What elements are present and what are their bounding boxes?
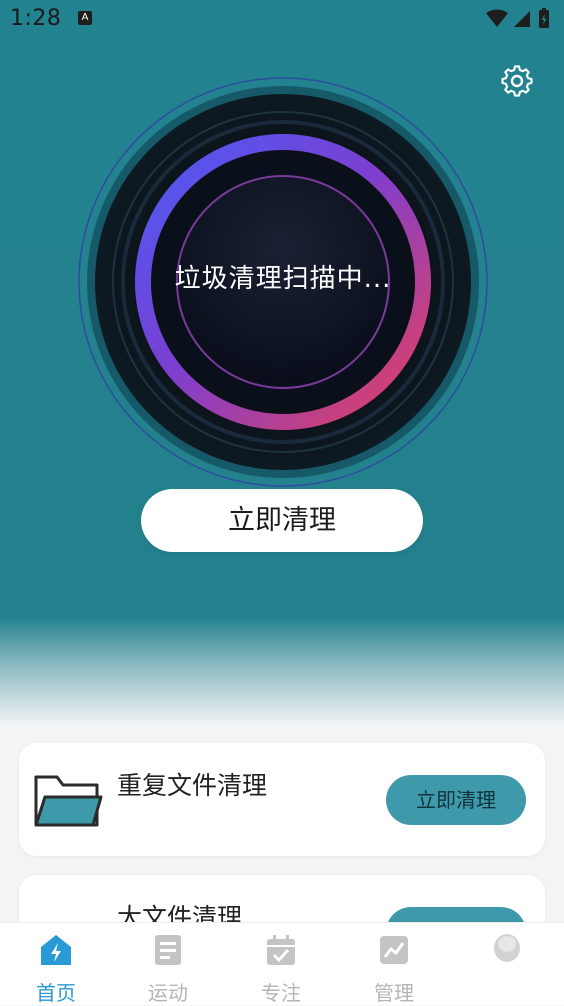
status-bar: 1:28 A	[0, 0, 564, 38]
wifi-icon	[486, 9, 508, 27]
clean-duplicates-button[interactable]: 立即清理	[386, 775, 526, 825]
cell-signal-icon	[514, 11, 530, 27]
folder-icon	[34, 775, 103, 827]
tab-label: 管理	[374, 981, 414, 1005]
settings-button[interactable]	[500, 64, 534, 98]
tab-focus[interactable]: 专注	[225, 923, 337, 1005]
card-title: 重复文件清理	[117, 771, 268, 800]
tab-extra[interactable]	[451, 923, 563, 1005]
system-icons	[486, 8, 549, 28]
scan-status-text: 垃圾清理扫描中...	[174, 264, 392, 294]
tab-manage[interactable]: 管理	[338, 923, 450, 1005]
status-time: 1:28	[10, 6, 62, 31]
gear-icon	[501, 65, 533, 97]
document-icon	[155, 935, 181, 965]
duplicate-files-card: 重复文件清理 立即清理	[19, 743, 545, 856]
tab-exercise[interactable]: 运动	[112, 923, 224, 1005]
tab-label: 专注	[261, 981, 301, 1005]
notification-badge: A	[78, 11, 92, 25]
clean-now-button[interactable]: 立即清理	[141, 489, 423, 552]
chart-icon	[380, 936, 408, 964]
tab-label: 首页	[36, 981, 76, 1005]
tab-home[interactable]: 首页	[0, 923, 112, 1005]
calendar-check-icon	[267, 935, 295, 965]
home-bolt-icon	[41, 935, 71, 965]
blob-icon	[494, 934, 520, 962]
tab-label: 运动	[148, 981, 188, 1005]
bottom-tab-bar: 首页 运动 专注 管理	[0, 922, 564, 1005]
